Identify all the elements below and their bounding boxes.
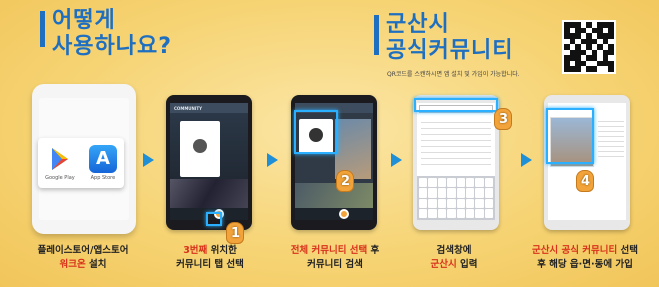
step1-caption-rest: 설치 [85,259,107,270]
step-arrow-2 [267,153,278,167]
step5-caption-highlight: 군산시 공식 커뮤니티 [531,245,618,256]
step5-step-number: 4 [581,174,591,189]
step2-app-title: COMMUNITY [174,106,203,111]
step4-caption-line2: 군산시 입력 [404,258,504,272]
app-store-badge[interactable]: A App Store [88,145,117,181]
heading-line-2: 사용하나요? [52,34,172,59]
step1-caption: 플레이스토어/앱스토어 워크온 설치 [18,244,148,272]
step2-phone: COMMUNITY [166,95,252,230]
step3-caption-line2: 커뮤니티 검색 [307,259,363,270]
step3-caption-rest: 후 [367,245,380,256]
step5-caption-line2: 후 해당 읍·면·동에 가입 [537,259,633,270]
step4-search-highlight [414,98,498,112]
step3-caption-highlight: 전체 커뮤니티 선택 [290,245,368,256]
step3-caption: 전체 커뮤니티 선택 후 커뮤니티 검색 [270,244,400,272]
app-store-label: App Store [90,175,116,181]
step1-caption-line2: 워크온 설치 [18,258,148,272]
google-play-icon [45,145,74,173]
heading-line-1: 어떻게 [52,8,116,33]
step5-caption-line1: 군산시 공식 커뮤니티 선택 [515,244,655,258]
step4-caption: 검색창에 군산시 입력 [404,244,504,272]
step1-caption-line1: 플레이스토어/앱스토어 [37,245,129,256]
step-arrow-3 [391,153,402,167]
step2-photo-area [170,179,248,208]
step2-caption-highlight: 3번째 [183,245,208,256]
step1-caption-highlight: 워크온 [59,259,86,270]
google-play-badge[interactable]: Google Play [45,145,75,181]
step3-caption-line1: 전체 커뮤니티 선택 후 [270,244,400,258]
heading-bar-right [374,15,379,55]
step5-caption-rest: 선택 [617,245,639,256]
step2-popup-card [180,121,220,177]
heading-line-1: 군산시 [386,12,450,37]
step4-phone-screen [417,103,495,220]
heading-bar-left [40,11,45,47]
heading-line-2: 공식커뮤니티 [386,38,514,63]
step4-step-number: 3 [499,112,509,127]
step4-caption-line1: 검색창에 [436,245,472,256]
step5-community-highlight [546,108,594,164]
step-arrow-1 [143,153,154,167]
step2-tab-highlight [206,212,222,226]
step3-all-community-highlight [294,110,338,154]
google-play-label: Google Play [45,175,75,181]
step3-step-number: 2 [341,174,351,189]
step-arrow-4 [521,153,532,167]
step3-community-tab-icon[interactable] [339,209,349,219]
step3-bottom-nav [295,208,373,220]
app-store-badges: Google Play A App Store [38,138,124,188]
step5-list-lines [598,117,624,157]
step2-popup-avatar [193,139,207,153]
app-store-icon: A [88,145,117,173]
qr-code[interactable] [562,20,616,74]
step4-keyboard[interactable] [417,176,495,220]
qr-note: QR코드를 스캔하시면 앱 설치 및 가입이 가능합니다. [387,71,520,78]
step2-caption-line2: 커뮤니티 탭 선택 [176,259,244,270]
step4-result-lines [421,119,491,169]
step2-caption: 3번째 위치한 커뮤니티 탭 선택 [150,244,270,272]
step3-list-area [295,183,373,208]
step5-caption: 군산시 공식 커뮤니티 선택 후 해당 읍·면·동에 가입 [515,244,655,272]
step4-caption-highlight: 군산시 [430,259,457,270]
official-community-heading: 군산시 공식커뮤니티 [386,12,513,64]
step4-caption-rest: 입력 [456,259,478,270]
step2-step-number: 1 [231,226,241,241]
step2-phone-screen: COMMUNITY [170,103,248,220]
step2-caption-rest: 위치한 [207,245,237,256]
how-to-use-heading: 어떻게 사용하나요? [52,8,172,60]
step4-phone [413,95,499,230]
step2-caption-line1: 3번째 위치한 [150,244,270,258]
